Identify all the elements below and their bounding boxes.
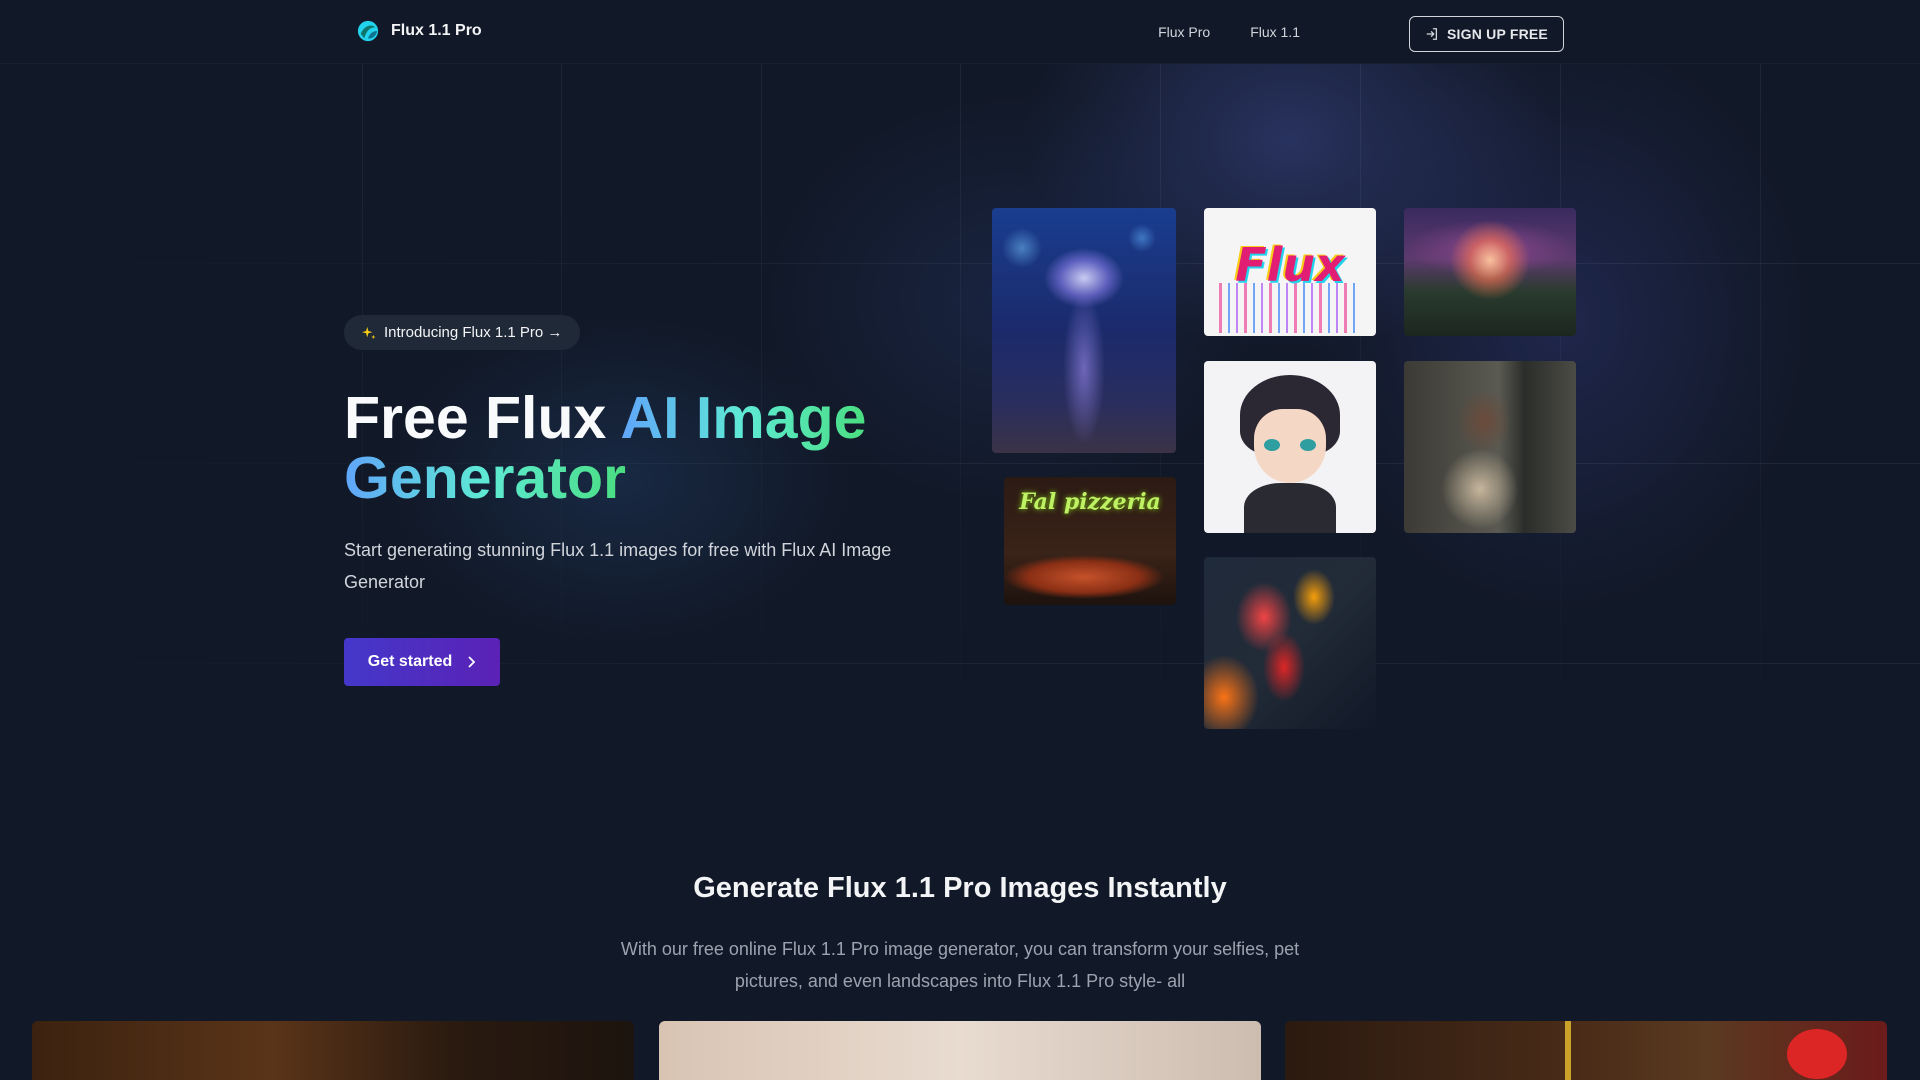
background-glow xyxy=(0,0,1920,1080)
intro-badge-label: Introducing Flux 1.1 Pro → xyxy=(384,324,563,341)
hero-title: Free Flux AI Image Generator xyxy=(344,388,964,508)
gallery-image-cafe-woman xyxy=(1404,361,1576,533)
main-nav: Flux Pro Flux 1.1 xyxy=(1158,24,1300,40)
brand-name: Flux 1.1 Pro xyxy=(391,22,482,39)
nav-link-flux-1-1[interactable]: Flux 1.1 xyxy=(1250,24,1300,40)
gallery-image-pizzeria: Fal pizzeria xyxy=(1004,477,1176,605)
intro-badge[interactable]: Introducing Flux 1.1 Pro → xyxy=(344,315,581,350)
chevron-right-icon xyxy=(468,656,476,668)
background-grid xyxy=(0,0,1920,1080)
example-card-3 xyxy=(1285,1021,1887,1080)
hero-title-highlight: AI Image xyxy=(620,385,867,451)
gallery-image-jellyfish xyxy=(992,208,1176,453)
hero-title-plain: Free Flux xyxy=(344,385,621,451)
sparkles-icon xyxy=(362,326,376,339)
site-header: Flux 1.1 Pro Flux Pro Flux 1.1 SIGN UP F… xyxy=(0,0,1920,64)
gallery-image-anime-character xyxy=(1204,361,1376,533)
section-title: Generate Flux 1.1 Pro Images Instantly xyxy=(693,872,1227,904)
gallery-image-glowing-path xyxy=(1404,208,1576,336)
sign-in-icon xyxy=(1426,28,1438,40)
get-started-button[interactable]: Get started xyxy=(344,638,500,686)
hero-title-highlight-2: Generator xyxy=(344,445,626,511)
sign-up-button[interactable]: SIGN UP FREE xyxy=(1409,16,1564,52)
pizzeria-neon-sign: Fal pizzeria xyxy=(1019,489,1161,515)
gallery-image-flux-art: Flux xyxy=(1204,208,1376,336)
nav-link-flux-pro[interactable]: Flux Pro xyxy=(1158,24,1210,40)
sign-up-label: SIGN UP FREE xyxy=(1447,26,1548,42)
section-subtitle: With our free online Flux 1.1 Pro image … xyxy=(620,939,1300,991)
brand[interactable]: Flux 1.1 Pro xyxy=(357,20,482,42)
flux-logo-icon xyxy=(357,20,379,42)
gallery-image-abstract xyxy=(1204,557,1376,729)
example-card-1 xyxy=(32,1021,634,1080)
flux-art-text: Flux xyxy=(1235,238,1345,292)
get-started-label: Get started xyxy=(367,653,453,670)
example-card-2 xyxy=(659,1021,1261,1080)
hero-subtitle: Start generating stunning Flux 1.1 image… xyxy=(344,540,892,592)
